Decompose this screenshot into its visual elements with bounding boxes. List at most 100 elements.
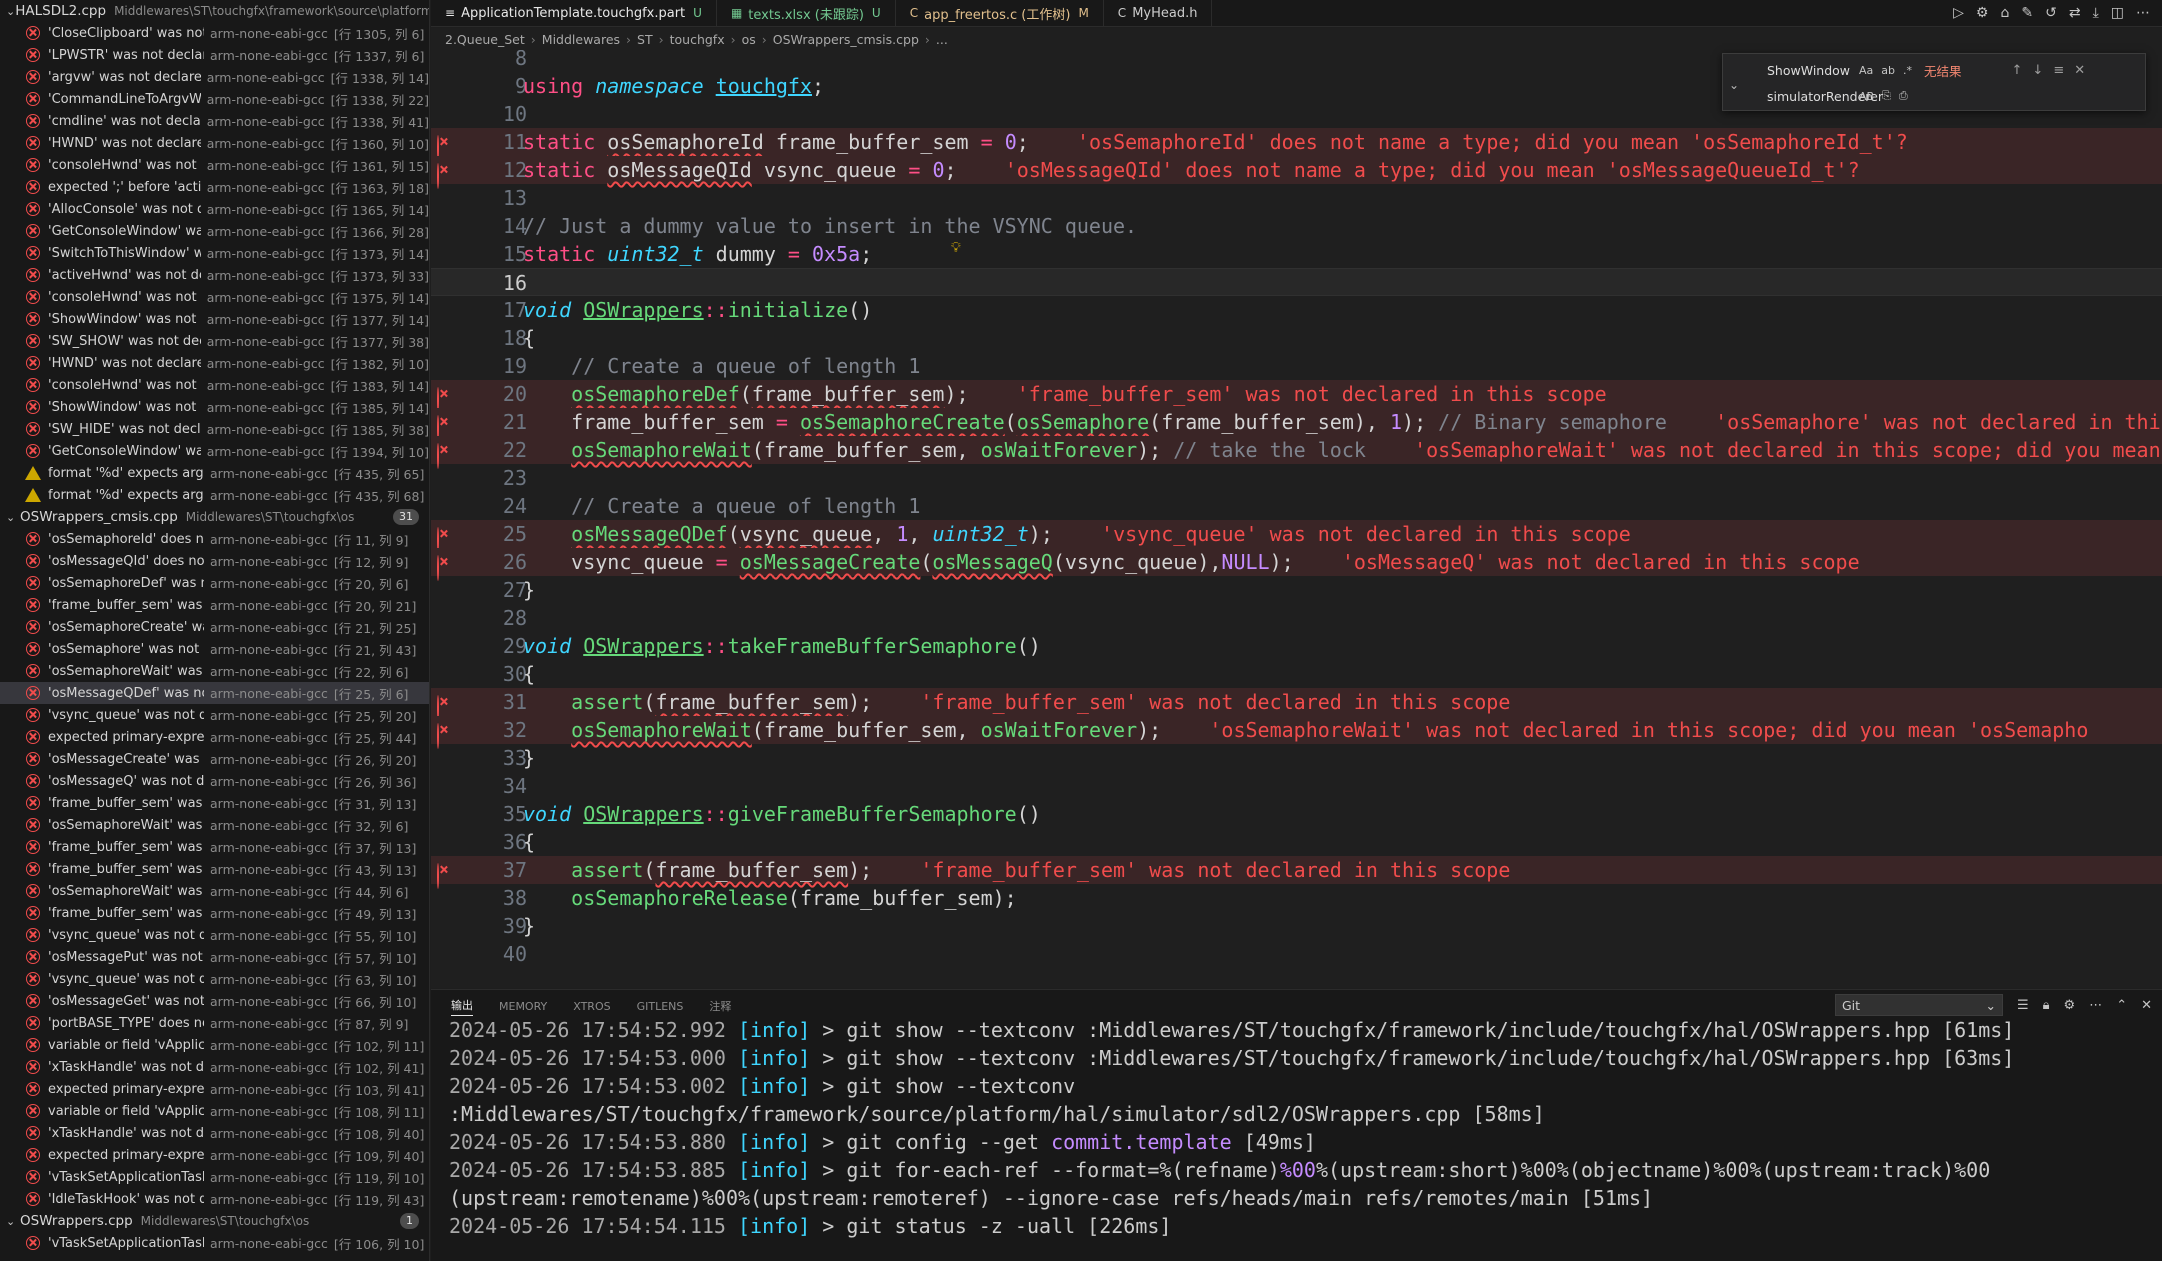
panel-tab[interactable]: GITLENS bbox=[637, 1000, 684, 1013]
problem-item[interactable]: 'osSemaphoreWait' was not declared arm-no… bbox=[0, 814, 429, 836]
problem-item[interactable]: 'IdleTaskHook' was not declared arm-none-… bbox=[0, 1188, 429, 1210]
error-gutter-icon[interactable] bbox=[437, 162, 453, 189]
code-line[interactable]: 24 // Create a queue of length 1 bbox=[431, 492, 2162, 520]
problem-item[interactable]: 'CommandLineToArgvW' was not declared arm… bbox=[0, 88, 429, 110]
code-line[interactable]: 26 vsync_queue = osMessageCreate(osMessa… bbox=[431, 548, 2162, 581]
download-icon[interactable]: ⤓ bbox=[2093, 5, 2099, 21]
error-gutter-icon[interactable] bbox=[437, 554, 453, 581]
editor-tab[interactable]: ≡ ApplicationTemplate.touchgfx.part U bbox=[431, 0, 717, 26]
debug-icon[interactable]: ✎ bbox=[2021, 5, 2033, 21]
problem-item[interactable]: 'argvw' was not declared arm-none-eabi-gc… bbox=[0, 66, 429, 88]
error-gutter-icon[interactable] bbox=[437, 862, 453, 889]
maximize-panel-icon[interactable]: ⌃ bbox=[2116, 998, 2127, 1013]
code-line[interactable]: 17 void OSWrappers::initialize() bbox=[431, 296, 2162, 324]
code-line[interactable]: 18{ bbox=[431, 324, 2162, 352]
problem-item[interactable]: 'vsync_queue' was not declared arm-none-e… bbox=[0, 704, 429, 726]
problem-item[interactable]: 'ShowWindow' was not declared arm-none-ea… bbox=[0, 308, 429, 330]
run-icon[interactable]: ▷ bbox=[1953, 5, 1964, 21]
code-line[interactable]: 22 osSemaphoreWait(frame_buffer_sem, osW… bbox=[431, 436, 2162, 469]
code-line[interactable]: 16 bbox=[431, 268, 2162, 296]
code-line[interactable]: 11 static osSemaphoreId frame_buffer_sem … bbox=[431, 128, 2162, 161]
problem-item[interactable]: 'frame_buffer_sem' was not declared arm-n… bbox=[0, 836, 429, 858]
code-line[interactable]: 14// Just a dummy value to insert in the… bbox=[431, 212, 2162, 240]
problem-item[interactable]: 'xTaskHandle' was not declared arm-none-e… bbox=[0, 1122, 429, 1144]
panel-tab[interactable]: XTROS bbox=[573, 1000, 610, 1013]
code-line[interactable]: 32 osSemaphoreWait(frame_buffer_sem, osW… bbox=[431, 716, 2162, 749]
panel-tab[interactable]: 注释 bbox=[709, 998, 731, 1014]
code-line[interactable]: 36{ bbox=[431, 828, 2162, 856]
preserve-case-icon[interactable]: AB bbox=[1859, 90, 1874, 103]
code-line[interactable]: 25 osMessageQDef(vsync_queue, 1, uint32_… bbox=[431, 520, 2162, 553]
previous-match-icon[interactable]: ↑ bbox=[2012, 63, 2023, 78]
problem-item[interactable]: 'osMessagePut' was not declared arm-none-… bbox=[0, 946, 429, 968]
error-gutter-icon[interactable] bbox=[437, 526, 453, 553]
code-line[interactable]: 30{ bbox=[431, 660, 2162, 688]
problem-item[interactable]: 'osSemaphoreCreate' was not declared arm-… bbox=[0, 616, 429, 638]
problem-item[interactable]: 'SW_HIDE' was not declared arm-none-eabi-… bbox=[0, 418, 429, 440]
problem-item[interactable]: 'consoleHwnd' was not declared arm-none-e… bbox=[0, 154, 429, 176]
panel-settings-icon[interactable]: ⚙ bbox=[2064, 998, 2076, 1013]
chevron-down-icon[interactable]: ⌄ bbox=[6, 5, 15, 18]
panel-tab[interactable]: 输出 bbox=[451, 997, 473, 1016]
error-gutter-icon[interactable] bbox=[437, 134, 453, 161]
error-gutter-icon[interactable] bbox=[437, 722, 453, 749]
code-line[interactable]: 19 // Create a queue of length 1 bbox=[431, 352, 2162, 380]
panel-more-icon[interactable]: ⋯ bbox=[2089, 998, 2102, 1013]
error-gutter-icon[interactable] bbox=[437, 694, 453, 721]
replace-input[interactable]: simulatorRenderer bbox=[1747, 89, 1883, 104]
problem-item[interactable]: 'osMessageQDef' was not declared arm-none… bbox=[0, 682, 429, 704]
editor-tab[interactable]: C MyHead.h bbox=[1104, 0, 1213, 26]
match-word-icon[interactable]: ab bbox=[1881, 64, 1895, 77]
problem-item[interactable]: 'frame_buffer_sem' was not declared arm-n… bbox=[0, 792, 429, 814]
toggle-replace-chevron-icon[interactable]: ⌄ bbox=[1729, 78, 1739, 92]
code-line[interactable]: 37 assert(frame_buffer_sem); 'frame_buff… bbox=[431, 856, 2162, 889]
settings-gear-icon[interactable]: ⚙ bbox=[1976, 5, 1989, 21]
regex-icon[interactable]: .* bbox=[1903, 64, 1912, 77]
problem-item[interactable]: 'portBASE_TYPE' does not name a type arm-… bbox=[0, 1012, 429, 1034]
problem-file-group[interactable]: ⌄ HALSDL2.cpp Middlewares\ST\touchgfx\fram… bbox=[0, 0, 429, 22]
code-line[interactable]: 38 osSemaphoreRelease(frame_buffer_sem); bbox=[431, 884, 2162, 912]
breadcrumb-item[interactable]: ST bbox=[637, 32, 653, 47]
problem-item[interactable]: 'osMessageCreate' was not declared arm-no… bbox=[0, 748, 429, 770]
more-actions-icon[interactable]: ⋯ bbox=[2136, 5, 2150, 21]
output-channel-select[interactable]: Git ⌄ bbox=[1834, 994, 2003, 1016]
error-gutter-icon[interactable] bbox=[437, 414, 453, 441]
problem-item[interactable]: 'frame_buffer_sem' was not declared arm-n… bbox=[0, 858, 429, 880]
breadcrumb-item[interactable]: Middlewares bbox=[542, 32, 620, 47]
problem-item[interactable]: expected primary-expression arm-none-eabi… bbox=[0, 1078, 429, 1100]
problem-item[interactable]: 'vsync_queue' was not declared arm-none-e… bbox=[0, 924, 429, 946]
problem-item[interactable]: 'HWND' was not declared arm-none-eabi-gcc… bbox=[0, 132, 429, 154]
problem-item[interactable]: 'CloseClipboard' was not declared arm-non… bbox=[0, 22, 429, 44]
code-line[interactable]: 29 void OSWrappers::takeFrameBufferSemaph… bbox=[431, 632, 2162, 660]
problem-item[interactable]: 'ShowWindow' was not declared arm-none-ea… bbox=[0, 396, 429, 418]
problem-item[interactable]: 'LPWSTR' was not declared arm-none-eabi-g… bbox=[0, 44, 429, 66]
problem-item[interactable]: 'activeHwnd' was not declared arm-none-ea… bbox=[0, 264, 429, 286]
find-in-selection-icon[interactable]: ≡ bbox=[2053, 63, 2064, 78]
problem-item[interactable]: 'SW_SHOW' was not declared arm-none-eabi-… bbox=[0, 330, 429, 352]
problem-item[interactable]: 'osSemaphoreId' does not name a type arm-… bbox=[0, 528, 429, 550]
breadcrumb-item[interactable]: touchgfx bbox=[670, 32, 725, 47]
problem-item[interactable]: 'vsync_queue' was not declared arm-none-e… bbox=[0, 968, 429, 990]
editor-tab[interactable]: ▦ texts.xlsx (未跟踪) U bbox=[717, 0, 896, 26]
problem-item[interactable]: expected ';' before 'activeHwnd' arm-none… bbox=[0, 176, 429, 198]
code-line[interactable]: 12 static osMessageQId vsync_queue = 0; '… bbox=[431, 156, 2162, 189]
chevron-down-icon[interactable]: ⌄ bbox=[6, 1215, 20, 1228]
problem-item[interactable]: 'cmdline' was not declared arm-none-eabi-… bbox=[0, 110, 429, 132]
problem-item[interactable]: 'xTaskHandle' was not declared arm-none-e… bbox=[0, 1056, 429, 1078]
problem-item[interactable]: 'HWND' was not declared arm-none-eabi-gcc… bbox=[0, 352, 429, 374]
code-line[interactable]: 33} bbox=[431, 744, 2162, 772]
problem-item[interactable]: 'AllocConsole' was not declared arm-none-… bbox=[0, 198, 429, 220]
problem-item[interactable]: 'osSemaphoreWait' was not declared arm-no… bbox=[0, 660, 429, 682]
lightbulb-icon[interactable]: 💡︎ bbox=[951, 240, 961, 256]
problem-item[interactable]: 'frame_buffer_sem' was not declared arm-n… bbox=[0, 902, 429, 924]
panel-tab[interactable]: MEMORY bbox=[499, 1000, 547, 1013]
problem-item[interactable]: 'GetConsoleWindow' was not declared arm-n… bbox=[0, 220, 429, 242]
code-line[interactable]: 20 osSemaphoreDef(frame_buffer_sem); 'fr… bbox=[431, 380, 2162, 413]
lock-scroll-icon[interactable]: 🔒︎ bbox=[2043, 998, 2050, 1013]
close-find-icon[interactable]: ✕ bbox=[2074, 63, 2085, 78]
problem-item[interactable]: 'vTaskSetApplicationTaskTag' was not dec… bbox=[0, 1166, 429, 1188]
problem-item[interactable]: 'osSemaphoreWait' was not declared arm-no… bbox=[0, 880, 429, 902]
replace-one-icon[interactable]: ⎘ bbox=[1882, 89, 1891, 103]
problem-item[interactable]: 'osSemaphore' was not declared arm-none-e… bbox=[0, 638, 429, 660]
problem-item[interactable]: 'osMessageGet' was not declared arm-none-… bbox=[0, 990, 429, 1012]
